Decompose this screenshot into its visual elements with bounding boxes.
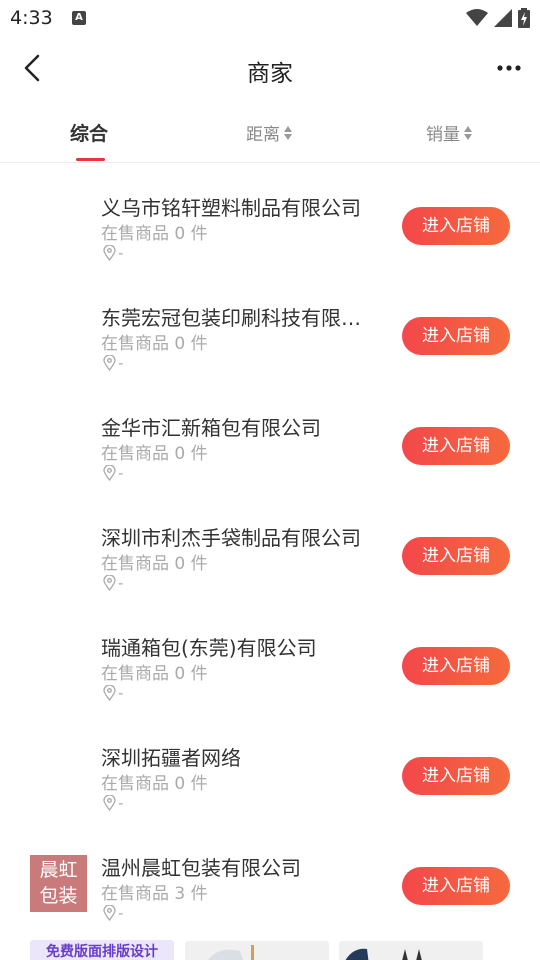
product-preview-strip: 免费版面排版设计	[0, 938, 540, 960]
store-item[interactable]: 深圳市利杰手袋制品有限公司 在售商品 0 件 - 进入店铺	[0, 493, 540, 603]
sort-tabs: 综合 距离 销量	[0, 100, 540, 163]
logo-text-line: 晨虹	[39, 859, 78, 881]
store-item[interactable]: 深圳拓疆者网络 在售商品 0 件 - 进入店铺	[0, 713, 540, 823]
store-item[interactable]: 义乌市铭轩塑料制品有限公司 在售商品 0 件 - 进入店铺	[0, 163, 540, 273]
active-tab-indicator	[76, 158, 105, 161]
status-time: 4:33	[10, 7, 53, 29]
store-name: 深圳拓疆者网络	[101, 746, 241, 770]
store-name: 瑞通箱包(东莞)有限公司	[101, 636, 317, 660]
store-product-count: 在售商品 0 件	[101, 664, 208, 684]
wifi-icon	[466, 9, 488, 26]
more-options-icon[interactable]	[496, 56, 522, 80]
battery-icon	[518, 8, 530, 28]
location-pin-icon	[103, 905, 116, 921]
store-location: -	[103, 244, 123, 262]
store-item[interactable]: 金华市汇新箱包有限公司 在售商品 0 件 - 进入店铺	[0, 383, 540, 493]
store-location: -	[103, 354, 123, 372]
store-product-count: 在售商品 0 件	[101, 554, 208, 574]
logo-text-line: 包装	[39, 885, 78, 907]
enter-store-button[interactable]: 进入店铺	[402, 427, 510, 465]
enter-store-button[interactable]: 进入店铺	[402, 537, 510, 575]
tab-label: 距离	[246, 125, 280, 145]
tab-sales[interactable]: 销量	[426, 120, 473, 145]
store-product-count: 在售商品 0 件	[101, 224, 208, 244]
app-header: 商家	[0, 36, 540, 100]
store-location: -	[103, 794, 123, 812]
status-icons	[466, 8, 530, 28]
store-location: -	[103, 574, 123, 592]
store-logo: 晨虹 包装	[30, 855, 87, 912]
location-pin-icon	[103, 245, 116, 261]
tab-label: 综合	[70, 123, 109, 145]
product-thumbnail[interactable]	[339, 941, 483, 960]
sort-arrows-icon	[283, 125, 293, 141]
store-name: 东莞宏冠包装印刷科技有限…	[101, 306, 361, 330]
location-text: -	[118, 574, 124, 592]
enter-store-button[interactable]: 进入店铺	[402, 317, 510, 355]
location-pin-icon	[103, 355, 116, 371]
product-image-icon	[208, 945, 254, 960]
product-thumbnail[interactable]	[185, 941, 329, 960]
store-product-count: 在售商品 3 件	[101, 884, 208, 904]
enter-store-button[interactable]: 进入店铺	[402, 867, 510, 905]
status-bar: 4:33 A	[0, 0, 540, 36]
store-name: 金华市汇新箱包有限公司	[101, 416, 321, 440]
store-name: 温州晨虹包装有限公司	[101, 856, 301, 880]
enter-store-button[interactable]: 进入店铺	[402, 207, 510, 245]
store-list: 义乌市铭轩塑料制品有限公司 在售商品 0 件 - 进入店铺 东莞宏冠包装印刷科技…	[0, 163, 540, 933]
location-text: -	[118, 354, 124, 372]
product-image-icon	[345, 948, 422, 960]
store-location: -	[103, 464, 123, 482]
store-item[interactable]: 东莞宏冠包装印刷科技有限… 在售商品 0 件 - 进入店铺	[0, 273, 540, 383]
location-text: -	[118, 464, 124, 482]
page-title: 商家	[247, 61, 293, 87]
location-text: -	[118, 904, 124, 922]
store-location: -	[103, 684, 123, 702]
store-location: -	[103, 904, 123, 922]
promo-product-thumbnail[interactable]: 免费版面排版设计	[30, 940, 174, 960]
location-pin-icon	[103, 465, 116, 481]
location-pin-icon	[103, 685, 116, 701]
enter-store-button[interactable]: 进入店铺	[402, 647, 510, 685]
sort-arrows-icon	[463, 125, 473, 141]
signal-icon	[494, 9, 512, 27]
store-product-count: 在售商品 0 件	[101, 334, 208, 354]
store-product-count: 在售商品 0 件	[101, 444, 208, 464]
tab-label: 销量	[426, 125, 460, 145]
store-name: 义乌市铭轩塑料制品有限公司	[101, 196, 361, 220]
notification-a-icon: A	[72, 11, 86, 25]
store-name: 深圳市利杰手袋制品有限公司	[101, 526, 361, 550]
location-text: -	[118, 794, 124, 812]
location-text: -	[118, 684, 124, 702]
store-item[interactable]: 瑞通箱包(东莞)有限公司 在售商品 0 件 - 进入店铺	[0, 603, 540, 713]
tab-distance[interactable]: 距离	[246, 120, 293, 145]
location-text: -	[118, 244, 124, 262]
store-product-count: 在售商品 0 件	[101, 774, 208, 794]
store-item[interactable]: 晨虹 包装 温州晨虹包装有限公司 在售商品 3 件 - 进入店铺	[0, 823, 540, 933]
tab-comprehensive[interactable]: 综合	[70, 119, 108, 146]
enter-store-button[interactable]: 进入店铺	[402, 757, 510, 795]
location-pin-icon	[103, 575, 116, 591]
location-pin-icon	[103, 795, 116, 811]
